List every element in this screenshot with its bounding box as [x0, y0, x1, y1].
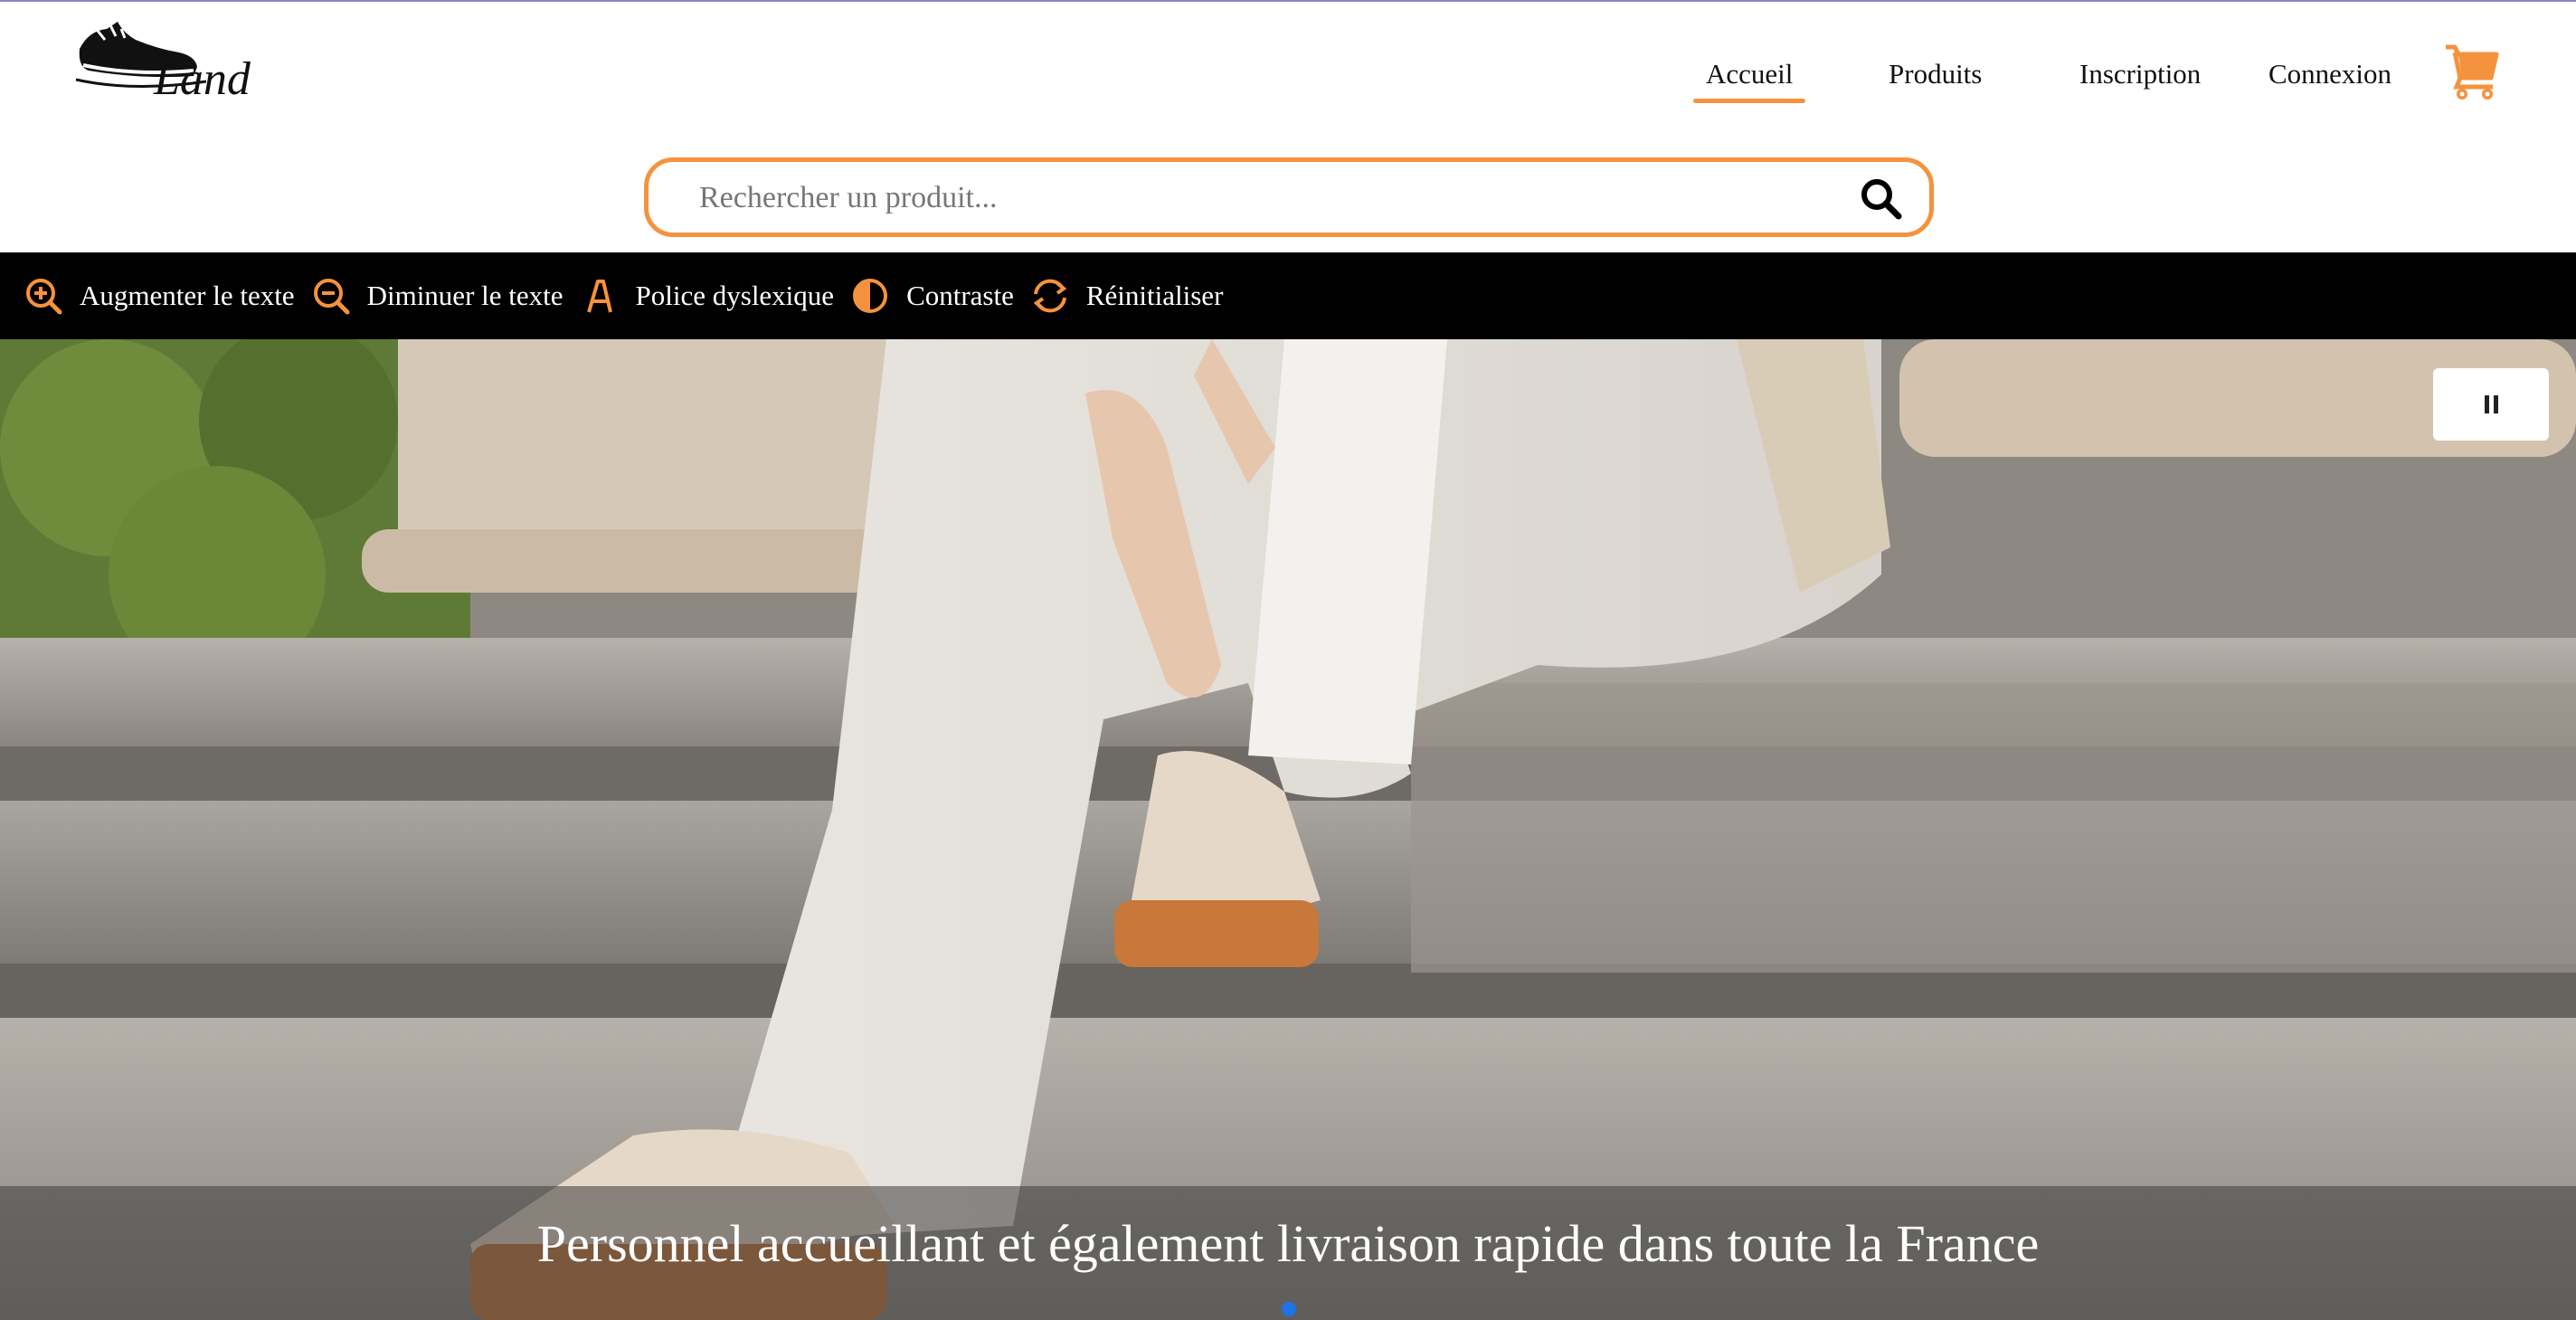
svg-text:Land: Land	[153, 53, 251, 103]
reset-button[interactable]: Réinitialiser	[1030, 276, 1224, 316]
pause-icon	[2484, 395, 2498, 413]
decrease-text-button[interactable]: Diminuer le texte	[311, 276, 564, 316]
search-bar	[644, 157, 1934, 237]
font-a-icon	[580, 276, 620, 316]
nav-accueil[interactable]: Accueil	[1692, 52, 1806, 103]
search-icon[interactable]	[1857, 175, 1906, 223]
search-input[interactable]	[699, 175, 1785, 222]
hero-caption: Personnel accueillant et également livra…	[0, 1186, 2576, 1320]
refresh-icon	[1030, 276, 1070, 316]
reset-label: Réinitialiser	[1085, 280, 1224, 311]
hero-image	[0, 339, 2576, 1320]
contrast-button[interactable]: Contraste	[850, 276, 1014, 316]
zoom-in-icon	[24, 276, 63, 316]
increase-text-button[interactable]: Augmenter le texte	[24, 276, 295, 316]
hero-caption-text: Personnel accueillant et également livra…	[536, 1214, 2040, 1273]
dyslexic-font-button[interactable]: Police dyslexique	[580, 276, 835, 316]
site-logo[interactable]: Land	[71, 13, 260, 105]
nav-connexion[interactable]: Connexion	[2268, 52, 2391, 103]
sneaker-logo-icon: Land	[75, 22, 251, 105]
dyslexic-font-label: Police dyslexique	[635, 280, 835, 311]
hero-carousel: Personnel accueillant et également livra…	[0, 339, 2576, 1320]
pause-button[interactable]	[2433, 368, 2549, 441]
contrast-icon	[850, 276, 890, 316]
carousel-dot-active[interactable]	[1282, 1302, 1296, 1316]
site-header: Land Accueil Produits Inscription Connex…	[0, 2, 2576, 128]
contrast-label: Contraste	[906, 280, 1014, 311]
increase-text-label: Augmenter le texte	[80, 280, 295, 311]
nav-inscription[interactable]: Inscription	[2079, 52, 2201, 103]
nav-produits[interactable]: Produits	[1889, 52, 1982, 103]
accessibility-bar: Augmenter le texte Diminuer le texte Pol…	[0, 252, 2576, 339]
zoom-out-icon	[311, 276, 351, 316]
shopping-cart-icon[interactable]	[2444, 42, 2500, 101]
decrease-text-label: Diminuer le texte	[366, 280, 564, 311]
